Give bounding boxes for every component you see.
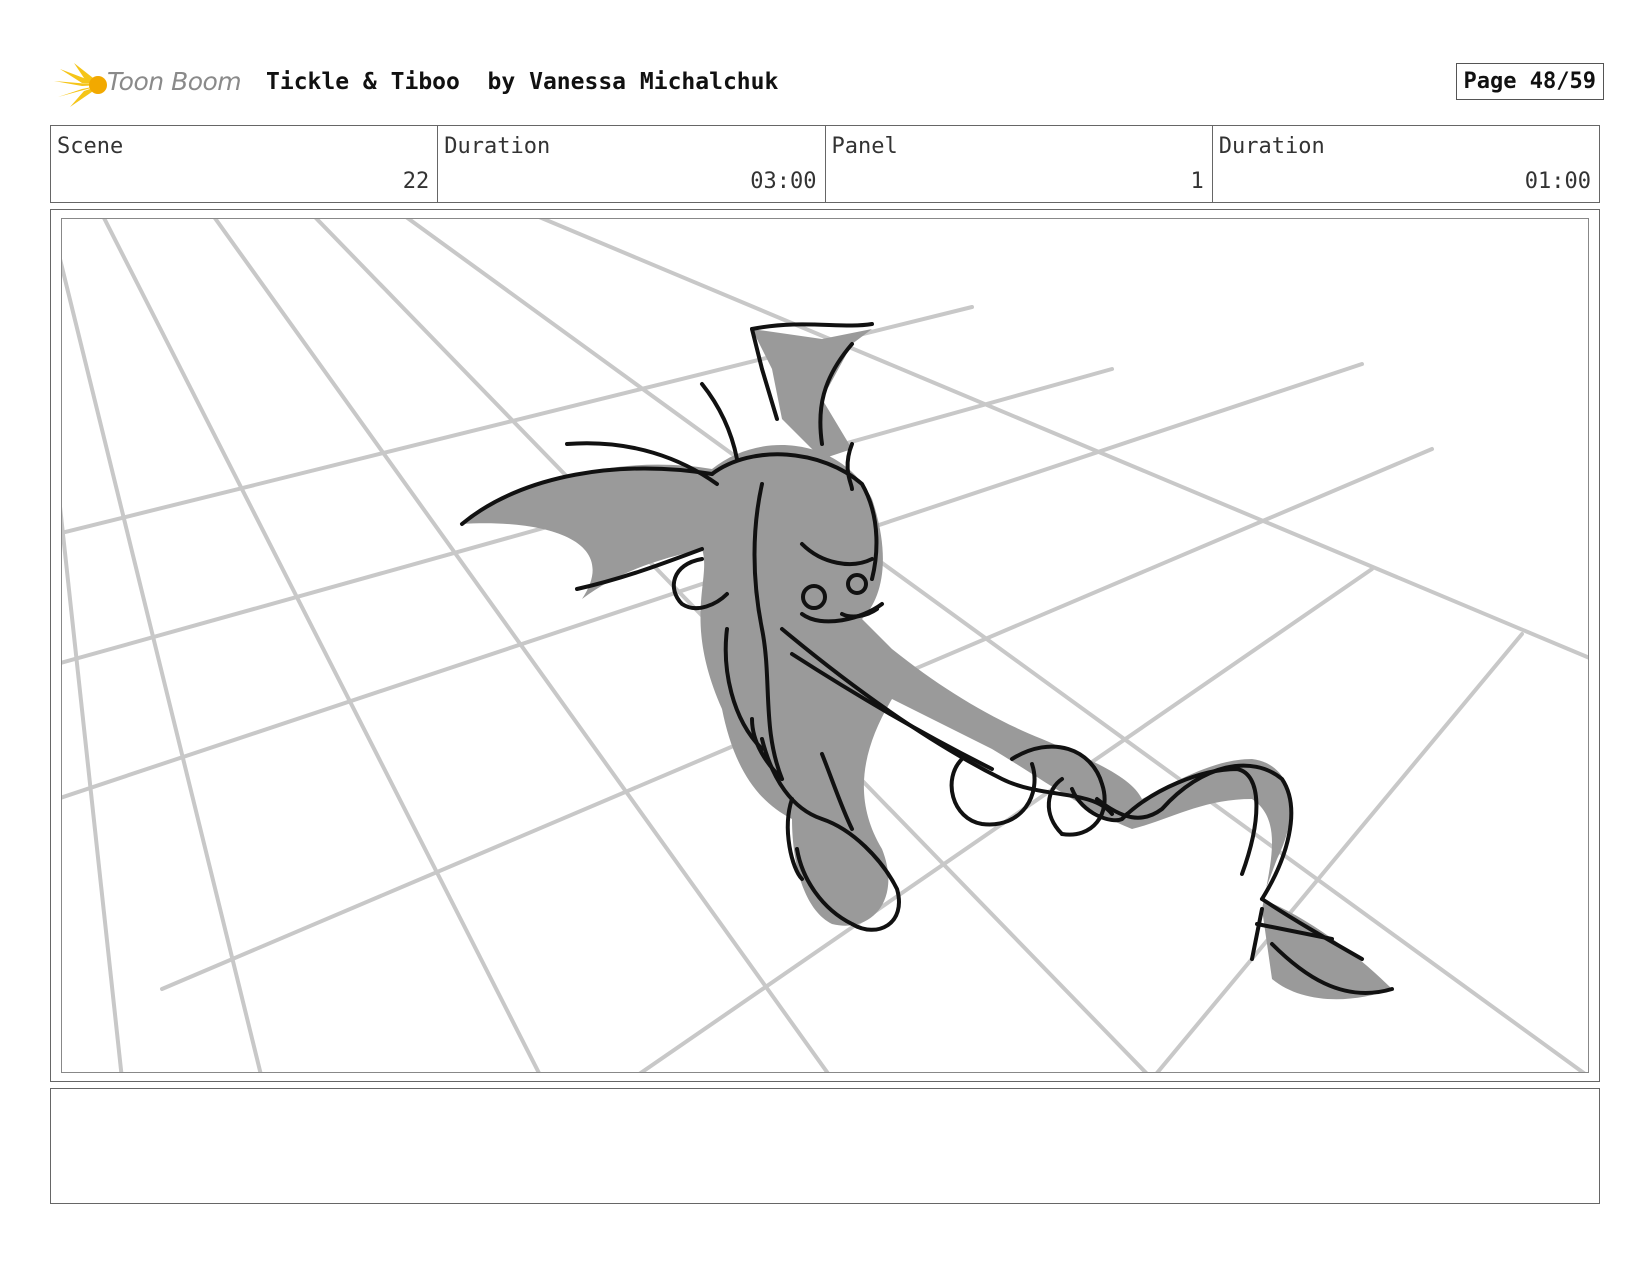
logo-text: Toon Boom [107,67,242,96]
scene-label: Scene [57,134,124,159]
toon-boom-logo: Toon Boom [52,59,252,111]
panel-cell: Panel 1 [826,126,1213,202]
scene-duration-label: Duration [444,134,551,159]
panel-value: 1 [1190,169,1204,194]
panel-duration-cell: Duration 01:00 [1213,126,1599,202]
panel-label: Panel [831,134,898,159]
scene-duration-value: 03:00 [750,169,817,194]
starburst-icon [54,63,107,107]
scene-duration-cell: Duration 03:00 [438,126,826,202]
page-header: Toon Boom Tickle & Tiboo by Vanessa Mich… [52,55,1604,113]
scene-cell: Scene 22 [51,126,439,202]
panel-frame [50,209,1600,1082]
character-ink [460,322,1394,995]
panel-info-table: Scene 22 Duration 03:00 Panel 1 Duration… [50,125,1600,203]
panel-notes-box [50,1088,1600,1204]
panel-duration-label: Duration [1218,134,1325,159]
page-number: Page 48/59 [1455,63,1604,100]
storyboard-title: Tickle & Tiboo by Vanessa Michalchuk [266,69,779,95]
storyboard-sketch [62,219,1588,1072]
panel-image [61,218,1589,1073]
panel-duration-value: 01:00 [1524,169,1591,194]
scene-value: 22 [402,169,430,194]
